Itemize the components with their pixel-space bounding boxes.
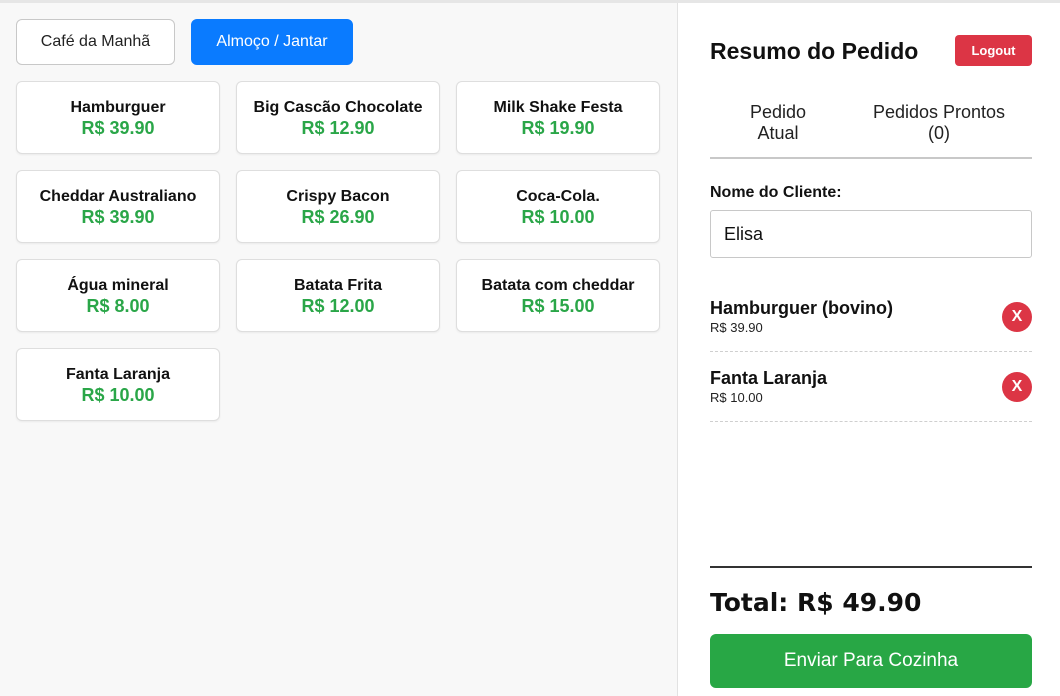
product-price: R$ 8.00 xyxy=(86,295,150,316)
send-to-kitchen-button[interactable]: Enviar Para Cozinha xyxy=(710,634,1032,688)
order-item: Fanta Laranja R$ 10.00 X xyxy=(710,352,1032,422)
order-total: Total: R$ 49.90 xyxy=(710,588,922,617)
product-price: R$ 39.90 xyxy=(81,206,155,227)
product-price: R$ 10.00 xyxy=(521,206,595,227)
category-button-lunch-dinner[interactable]: Almoço / Jantar xyxy=(191,19,353,65)
order-item: Hamburguer (bovino) R$ 39.90 X xyxy=(710,282,1032,352)
product-card[interactable]: Hamburguer R$ 39.90 xyxy=(16,81,220,154)
product-name: Hamburguer xyxy=(70,98,166,116)
client-name-input[interactable] xyxy=(710,210,1032,258)
panel-title: Resumo do Pedido xyxy=(710,38,919,64)
product-name: Crispy Bacon xyxy=(286,187,390,205)
product-price: R$ 15.00 xyxy=(521,295,595,316)
order-summary-panel: Resumo do Pedido Logout Pedido Atual Ped… xyxy=(678,3,1060,696)
category-button-breakfast[interactable]: Café da Manhã xyxy=(16,19,175,65)
order-item-list: Hamburguer (bovino) R$ 39.90 X Fanta Lar… xyxy=(710,282,1032,422)
remove-item-button[interactable]: X xyxy=(1002,372,1032,402)
product-grid: Hamburguer R$ 39.90 Big Cascão Chocolate… xyxy=(16,81,660,421)
product-price: R$ 19.90 xyxy=(521,117,595,138)
client-name-label: Nome do Cliente: xyxy=(710,184,842,201)
product-name: Água mineral xyxy=(67,276,169,294)
product-card[interactable]: Cheddar Australiano R$ 39.90 xyxy=(16,170,220,243)
tab-ready-orders[interactable]: Pedidos Prontos (0) xyxy=(860,102,1018,144)
order-item-price: R$ 39.90 xyxy=(710,320,763,335)
order-tabs: Pedido Atual Pedidos Prontos (0) xyxy=(710,100,1032,159)
remove-item-button[interactable]: X xyxy=(1002,302,1032,332)
product-name: Batata com cheddar xyxy=(481,276,635,294)
product-name: Batata Frita xyxy=(293,276,383,294)
order-item-price: R$ 10.00 xyxy=(710,390,763,405)
product-price: R$ 26.90 xyxy=(301,206,375,227)
product-name: Milk Shake Festa xyxy=(493,98,623,116)
product-name: Coca-Cola. xyxy=(516,187,600,205)
product-price: R$ 10.00 xyxy=(81,384,155,405)
product-card[interactable]: Coca-Cola. R$ 10.00 xyxy=(456,170,660,243)
total-divider xyxy=(710,566,1032,568)
product-name: Fanta Laranja xyxy=(65,365,171,383)
product-card[interactable]: Batata Frita R$ 12.00 xyxy=(236,259,440,332)
product-card[interactable]: Água mineral R$ 8.00 xyxy=(16,259,220,332)
order-item-name: Fanta Laranja xyxy=(710,368,828,388)
product-price: R$ 12.00 xyxy=(301,295,375,316)
product-card[interactable]: Crispy Bacon R$ 26.90 xyxy=(236,170,440,243)
product-card[interactable]: Big Cascão Chocolate R$ 12.90 xyxy=(236,81,440,154)
product-card[interactable]: Milk Shake Festa R$ 19.90 xyxy=(456,81,660,154)
order-item-name: Hamburguer (bovino) xyxy=(710,298,893,318)
product-card[interactable]: Fanta Laranja R$ 10.00 xyxy=(16,348,220,421)
logout-button[interactable]: Logout xyxy=(955,35,1032,66)
menu-panel: Café da Manhã Almoço / Jantar Hamburguer… xyxy=(0,3,677,696)
product-card[interactable]: Batata com cheddar R$ 15.00 xyxy=(456,259,660,332)
product-price: R$ 39.90 xyxy=(81,117,155,138)
product-name: Big Cascão Chocolate xyxy=(253,98,423,116)
product-name: Cheddar Australiano xyxy=(39,187,197,205)
product-price: R$ 12.90 xyxy=(301,117,375,138)
tab-current-order[interactable]: Pedido Atual xyxy=(732,102,824,144)
